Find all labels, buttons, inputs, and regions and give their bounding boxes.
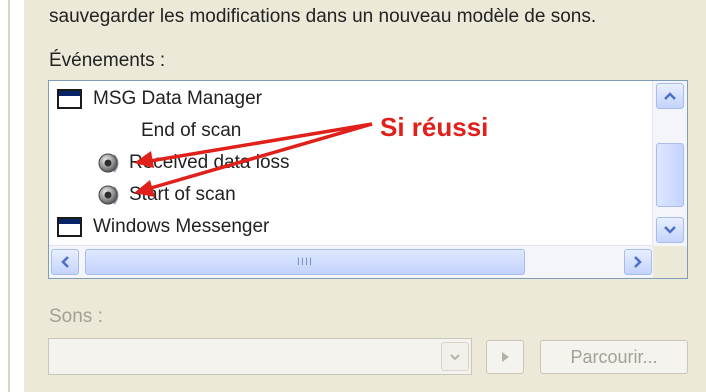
scroll-down-button[interactable] — [656, 217, 684, 243]
speaker-icon — [98, 153, 119, 173]
list-item-end-of-scan[interactable]: End of scan — [141, 115, 241, 147]
chevron-up-icon — [664, 92, 676, 100]
scroll-right-button[interactable] — [624, 249, 652, 275]
chevron-down-icon — [664, 226, 676, 234]
events-label: Événements : — [49, 50, 166, 71]
sounds-select[interactable] — [48, 338, 472, 375]
list-item-windows-messenger[interactable]: Windows Messenger — [57, 211, 269, 243]
annotation-label: Si réussi — [380, 112, 489, 142]
scroll-grip: IIII — [296, 256, 314, 268]
scroll-up-button[interactable] — [656, 83, 684, 109]
description-text: sauvegarder les modifications dans un no… — [49, 6, 597, 27]
horizontal-scrollbar[interactable]: IIII — [49, 245, 654, 278]
list-item-label: End of scan — [141, 120, 242, 141]
sounds-dropdown-button[interactable] — [441, 342, 469, 371]
window-icon — [57, 89, 82, 109]
play-icon — [502, 352, 509, 362]
list-item-msg-data-manager[interactable]: MSG Data Manager — [57, 83, 262, 115]
chevron-down-icon — [450, 353, 460, 360]
list-item-label: MSG Data Manager — [93, 88, 262, 109]
frame-divider — [8, 0, 10, 392]
scroll-left-button[interactable] — [51, 249, 79, 275]
chevron-right-icon — [634, 256, 642, 268]
chevron-left-icon — [61, 256, 69, 268]
vertical-scrollbar[interactable] — [652, 81, 687, 247]
browse-button[interactable]: Parcourir... — [540, 340, 688, 374]
list-item-label: Windows Messenger — [93, 216, 270, 237]
list-item-label: Received data loss — [129, 152, 290, 173]
window-icon — [57, 217, 82, 237]
horizontal-scroll-thumb[interactable]: IIII — [85, 249, 525, 275]
scrollbar-corner — [653, 246, 687, 278]
sounds-label: Sons : — [49, 306, 103, 327]
left-frame — [0, 0, 22, 392]
list-item-start-of-scan[interactable]: Start of scan — [97, 179, 236, 211]
play-button[interactable] — [486, 340, 524, 374]
list-item-label: Start of scan — [129, 184, 236, 205]
list-item-received-data-loss[interactable]: Received data loss — [97, 147, 290, 179]
vertical-scroll-thumb[interactable] — [656, 143, 684, 207]
events-listbox[interactable]: MSG Data Manager End of scan Received da… — [48, 80, 688, 279]
speaker-icon — [98, 185, 119, 205]
